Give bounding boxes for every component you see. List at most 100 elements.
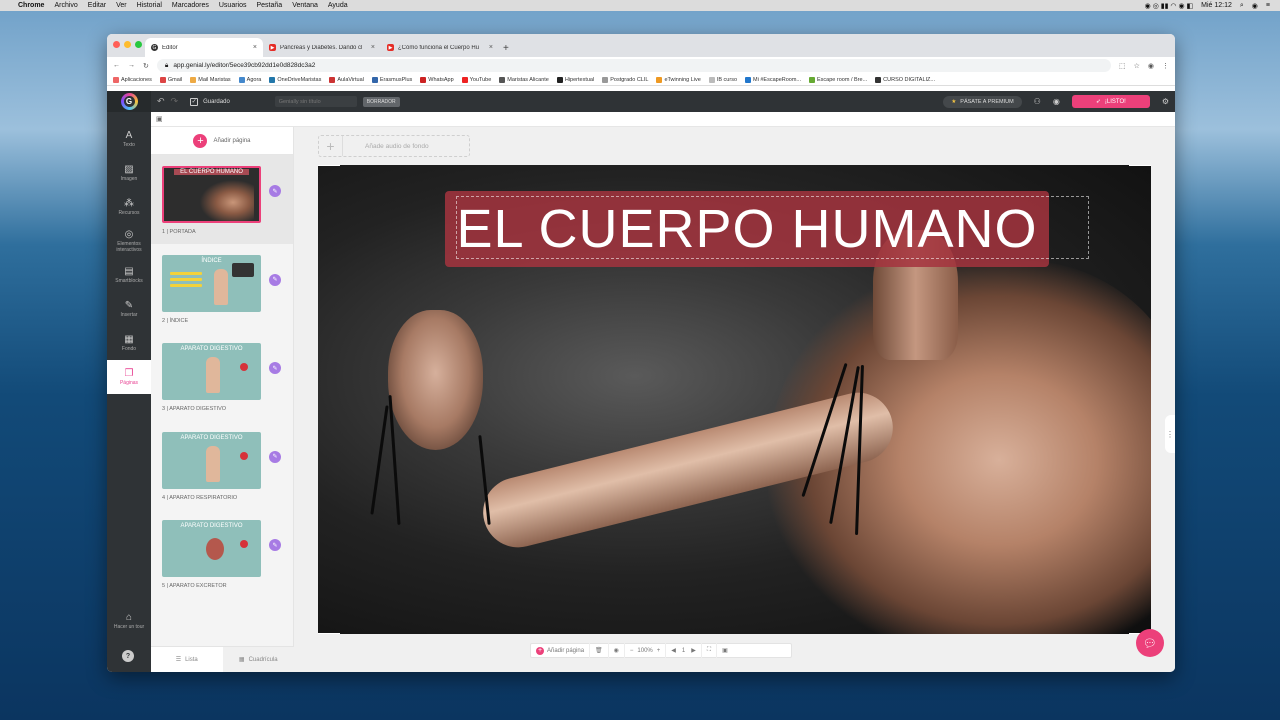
siri-icon[interactable]: ◉ [1252, 2, 1258, 10]
page-thumbnail[interactable]: APARATO DIGESTIVO [162, 343, 261, 400]
premium-button[interactable]: ★ PÁSATE A PREMIUM [943, 95, 1022, 108]
undo-icon[interactable]: ↶ [157, 96, 165, 107]
bookmark-item[interactable]: IB curso [708, 76, 737, 83]
menu-usuarios[interactable]: Usuarios [219, 2, 247, 9]
settings-gear-icon[interactable]: ⚙ [1162, 97, 1169, 106]
add-audio-button[interactable]: + Añade audio de fondo [318, 135, 470, 157]
menu-marcadores[interactable]: Marcadores [172, 2, 209, 9]
bookmark-item[interactable]: Gmail [159, 76, 182, 83]
forward-icon[interactable]: → [128, 62, 135, 69]
grid-view-tab[interactable]: ▦ Cuadrícula [222, 647, 294, 672]
page-edit-icon[interactable]: ✎ [269, 185, 281, 197]
back-icon[interactable]: ← [113, 62, 120, 69]
prev-page-icon[interactable]: ◀ [671, 647, 676, 654]
menu-ayuda[interactable]: Ayuda [328, 2, 348, 9]
minimize-window-button[interactable] [124, 41, 131, 48]
list-view-tab[interactable]: ☰ Lista [151, 647, 223, 672]
add-page-button[interactable]: + Añadir página [151, 127, 293, 155]
slide-canvas[interactable]: EL CUERPO HUMANO [318, 165, 1151, 634]
page-edit-icon[interactable]: ✎ [269, 273, 281, 286]
add-collaborator-icon[interactable]: ⚇ [1034, 97, 1041, 106]
bookmark-item[interactable]: Maristas Alicante [499, 76, 549, 83]
page-number[interactable]: 1 [682, 648, 685, 654]
page-item[interactable]: EL CUERPO HUMANO ✎ 1 | PORTADA [151, 155, 293, 244]
reload-icon[interactable]: ↻ [143, 62, 149, 70]
clock[interactable]: Mié 12:12 [1201, 2, 1232, 9]
page-item[interactable]: ÍNDICE ✎ 2 | ÍNDICE [151, 244, 293, 333]
bottom-add-page-button[interactable]: + Añadir página [531, 643, 591, 658]
chat-icon[interactable]: 💬︎ [1136, 629, 1164, 657]
preview-eye-icon[interactable]: ◉ [609, 643, 625, 658]
bookmark-item[interactable]: eTwinning Live [656, 76, 701, 83]
title-input[interactable]: Genially sin título [274, 96, 357, 107]
profile-icon[interactable]: ◉ [1148, 62, 1154, 70]
browser-tab-cuerpo[interactable]: ▶ ¿Cómo funciona el Cuerpo Hu × [381, 38, 499, 57]
clipboard-icon[interactable]: ▣ [156, 115, 163, 123]
zoom-level[interactable]: 100% [637, 648, 652, 654]
bookmark-item[interactable]: Escape room / Bre... [809, 76, 867, 83]
help-icon[interactable]: ? [122, 650, 134, 662]
sidebar-item-recursos[interactable]: ⁂ Recursos [107, 190, 151, 224]
zoom-out-icon[interactable]: − [630, 648, 634, 654]
page-item[interactable]: APARATO DIGESTIVO ✎ 4 | APARATO RESPIRAT… [151, 421, 293, 510]
sidebar-item-imagen[interactable]: ▨ Imagen [107, 156, 151, 190]
bookmark-star-icon[interactable]: ☆ [1134, 62, 1140, 70]
page-thumbnail[interactable]: EL CUERPO HUMANO [162, 166, 261, 223]
menu-archivo[interactable]: Archivo [54, 2, 77, 9]
preview-eye-icon[interactable]: ◉ [1053, 97, 1060, 106]
bookmark-item[interactable]: YouTube [461, 76, 491, 83]
bookmark-item[interactable]: Mail Maristas [190, 76, 231, 83]
browser-tab-pancreas[interactable]: ▶ Páncreas y Diabetes. Dando cl × [263, 38, 381, 57]
tour-button[interactable]: ⌂ Hacer un tour [107, 606, 151, 636]
bookmark-item[interactable]: Aplicaciones [113, 76, 152, 83]
sidebar-item-fondo[interactable]: ▦ Fondo [107, 326, 151, 360]
app-menu[interactable]: Chrome [18, 2, 44, 9]
page-thumbnail[interactable]: APARATO DIGESTIVO [162, 431, 261, 489]
page-edit-icon[interactable]: ✎ [269, 450, 281, 463]
sidebar-item-interactivos[interactable]: ◎ Elementos interactivos [107, 224, 151, 258]
layout-icon[interactable]: ▣ [717, 643, 733, 658]
sidebar-item-paginas[interactable]: ❐ Páginas [107, 360, 151, 394]
page-thumbnail[interactable]: APARATO DIGESTIVO [162, 520, 261, 577]
bookmark-item[interactable]: WhatsApp [420, 76, 454, 83]
share-icon[interactable]: ⬚ [1119, 62, 1126, 70]
close-window-button[interactable] [113, 41, 120, 48]
bookmark-item[interactable]: OneDriveMaristas [269, 76, 321, 83]
spotlight-icon[interactable]: ⌕ [1240, 2, 1244, 10]
bookmark-item[interactable]: Mi #EscapeRoom... [745, 76, 801, 83]
page-thumbnail[interactable]: ÍNDICE [162, 254, 261, 312]
status-icons[interactable]: ◉ ◎ ▮▮ ◠ ◉ ◧ [1145, 2, 1193, 10]
redo-icon[interactable]: ↷ [171, 96, 179, 107]
close-tab-icon[interactable]: × [489, 44, 493, 51]
sidebar-item-insertar[interactable]: ✎ Insertar [107, 292, 151, 326]
sidebar-item-smartblocks[interactable]: ▤ Smartblocks [107, 258, 151, 292]
url-field[interactable]: 🔒︎ app.genial.ly/editor/5ece39cb92dd1e0d… [156, 59, 1111, 72]
genially-logo[interactable]: G [107, 91, 151, 112]
bookmark-item[interactable]: AulaVirtual [329, 76, 364, 83]
next-page-icon[interactable]: ▶ [691, 647, 696, 654]
new-tab-button[interactable]: + [499, 43, 515, 57]
delete-page-icon[interactable]: 🗑︎ [590, 643, 609, 658]
bookmark-item[interactable]: ErasmusPlus [371, 76, 412, 83]
selection-box[interactable] [456, 196, 1089, 259]
zoom-in-icon[interactable]: + [657, 648, 661, 654]
sidebar-item-texto[interactable]: A Texto [107, 122, 151, 156]
fit-screen-icon[interactable]: ⛶ [702, 643, 718, 658]
side-panel-handle[interactable]: ⋮ [1165, 415, 1175, 453]
page-item[interactable]: APARATO DIGESTIVO ✎ 3 | APARATO DIGESTIV… [151, 332, 293, 421]
page-edit-icon[interactable]: ✎ [269, 539, 281, 551]
control-center-icon[interactable]: ≡ [1266, 2, 1270, 9]
close-tab-icon[interactable]: × [371, 44, 375, 51]
menu-ventana[interactable]: Ventana [292, 2, 318, 9]
bookmark-item[interactable]: Postgrado CLIL [602, 76, 648, 83]
bookmark-item[interactable]: Agora [238, 76, 261, 83]
close-tab-icon[interactable]: × [253, 44, 257, 51]
menu-editar[interactable]: Editar [88, 2, 106, 9]
kebab-menu-icon[interactable]: ⋮ [1162, 62, 1169, 70]
page-edit-icon[interactable]: ✎ [269, 362, 281, 374]
zoom-window-button[interactable] [135, 41, 142, 48]
ready-button[interactable]: ➶ ¡LISTO! [1071, 95, 1150, 108]
bookmark-item[interactable]: Hipertextual [556, 76, 594, 83]
page-item[interactable]: APARATO DIGESTIVO ✎ 5 | APARATO EXCRETOR [151, 509, 293, 598]
menu-ver[interactable]: Ver [116, 2, 127, 9]
